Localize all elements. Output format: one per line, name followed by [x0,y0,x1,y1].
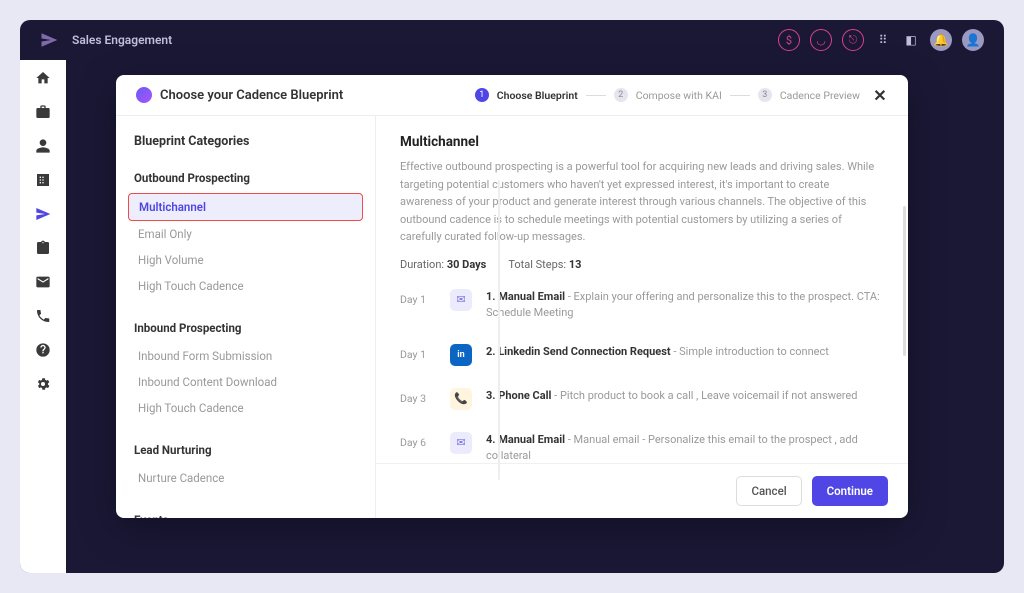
wizard-step-num-3[interactable]: 3 [758,88,772,102]
scrollbar[interactable] [903,206,906,356]
category-heading: Outbound Prospecting [128,167,363,189]
close-icon[interactable]: ✕ [872,87,888,103]
totalsteps-label: Total Steps: [508,258,566,271]
category-item[interactable]: Nurture Cadence [128,465,363,491]
day-label: Day 6 [400,432,436,449]
category-item[interactable]: Multichannel [128,193,363,221]
detail-panel: Multichannel Effective outbound prospect… [376,116,908,518]
timeline-step: Day 6 ✉ 4. Manual Email - Manual email - P… [400,432,884,463]
building-icon[interactable] [35,172,51,188]
category-heading: Lead Nurturing [128,439,363,461]
timeline-step: Day 1 ✉ 1. Manual Email - Explain your off… [400,289,884,322]
timeline-step: Day 1 in 2. Linkedin Send Connection Reque… [400,344,884,366]
detail-scroll: Multichannel Effective outbound prospect… [376,116,908,463]
gear-icon[interactable] [35,376,51,392]
mail-icon[interactable] [35,274,51,290]
bell-icon[interactable]: 🔔 [930,29,952,51]
totalsteps-value: 13 [569,258,582,271]
divider-scroll-hint [498,180,500,480]
step-text: 1. Manual Email - Explain your offering … [486,289,884,322]
phone-icon: 📞 [450,388,472,410]
day-label: Day 3 [400,388,436,405]
modal-body: Blueprint Categories Outbound Prospectin… [116,116,908,518]
modal-header: Choose your Cadence Blueprint 1 Choose Bl… [116,75,908,116]
user-icon[interactable]: ◡ [810,29,832,51]
topbar: Sales Engagement $ ◡ ⎋ ⠿ ◧ 🔔 👤 [20,20,1004,60]
topbar-icons: $ ◡ ⎋ ⠿ ◧ 🔔 👤 [778,29,984,51]
categories-title: Blueprint Categories [128,134,363,149]
timeline-step: Day 3 📞 3. Phone Call - Pitch product to b… [400,388,884,410]
person-icon[interactable] [35,138,51,154]
email-icon: ✉ [450,289,472,311]
category-item[interactable]: High Touch Cadence [128,273,363,299]
category-item[interactable]: Inbound Content Download [128,369,363,395]
step-text: 4. Manual Email - Manual email - Persona… [486,432,884,463]
step-text: 2. Linkedin Send Connection Request - Si… [486,344,829,361]
avatar[interactable]: 👤 [962,29,984,51]
briefcase-icon[interactable] [35,104,51,120]
modal-footer: Cancel Continue [376,463,908,518]
day-label: Day 1 [400,344,436,361]
step-text: 3. Phone Call - Pitch product to book a … [486,388,857,405]
categories-panel: Blueprint Categories Outbound Prospectin… [116,116,376,518]
wizard-step-num-2[interactable]: 2 [614,88,628,102]
category-item[interactable]: Inbound Form Submission [128,343,363,369]
chart-icon[interactable]: ⎋ [842,29,864,51]
cancel-button[interactable]: Cancel [736,476,801,506]
category-heading: Events [128,509,363,518]
category-item[interactable]: High Volume [128,247,363,273]
linkedin-icon: in [450,344,472,366]
detail-title: Multichannel [400,134,884,150]
phone-icon[interactable] [35,308,51,324]
topbar-title: Sales Engagement [72,33,172,47]
wizard-step-num-1[interactable]: 1 [475,88,489,102]
home-icon[interactable] [35,70,51,86]
category-item[interactable]: High Touch Cadence [128,395,363,421]
continue-button[interactable]: Continue [812,476,888,506]
wizard-step-label-1[interactable]: Choose Blueprint [497,89,578,102]
wizard-steps: 1 Choose Blueprint 2 Compose with KAI 3 Caden… [343,88,860,102]
modal-title: Choose your Cadence Blueprint [160,88,343,103]
headset-icon[interactable]: ◧ [902,31,920,49]
wizard-step-label-3[interactable]: Cadence Preview [780,89,860,102]
gauge-icon[interactable] [35,342,51,358]
modal-logo-icon [136,87,152,103]
detail-description: Effective outbound prospecting is a powe… [400,158,884,246]
app-frame: Sales Engagement $ ◡ ⎋ ⠿ ◧ 🔔 👤 Choose yo… [20,20,1004,573]
wizard-step-label-2[interactable]: Compose with KAI [636,89,722,102]
send-icon[interactable] [35,206,51,222]
grid-icon[interactable]: ⠿ [874,31,892,49]
detail-meta: Duration: 30 Days Total Steps: 13 [400,258,884,271]
clipboard-icon[interactable] [35,240,51,256]
side-rail [20,60,66,573]
category-item[interactable]: Email Only [128,221,363,247]
duration-label: Duration: [400,258,444,271]
duration-value: 30 Days [447,258,487,271]
brand-icon [40,31,58,49]
currency-icon[interactable]: $ [778,29,800,51]
blueprint-modal: Choose your Cadence Blueprint 1 Choose Bl… [116,75,908,518]
category-heading: Inbound Prospecting [128,317,363,339]
timeline: Day 1 ✉ 1. Manual Email - Explain your off… [400,289,884,463]
email-icon: ✉ [450,432,472,454]
day-label: Day 1 [400,289,436,306]
